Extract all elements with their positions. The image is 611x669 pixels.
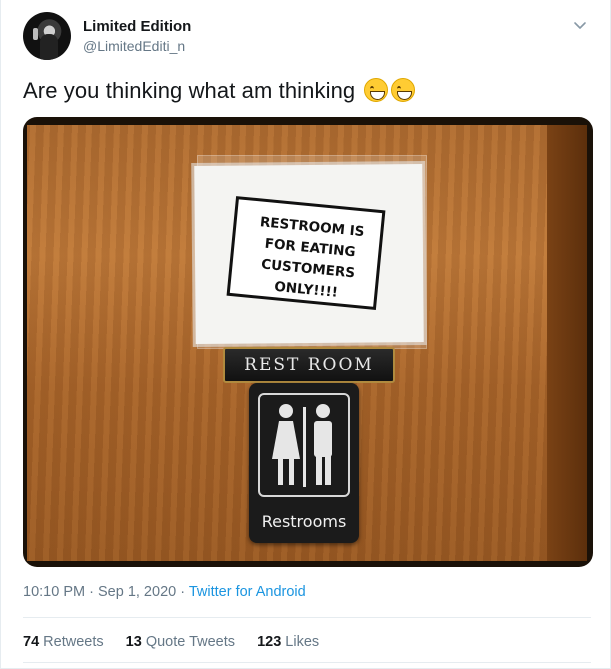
restroom-sign: Restrooms	[249, 383, 359, 543]
grinning-face-emoji-icon	[364, 78, 389, 102]
paper-sign: RESTROOM IS FOR EATING CUSTOMERS ONLY!!!…	[194, 164, 424, 344]
author-name[interactable]: Limited Edition	[83, 18, 191, 35]
tweet-date[interactable]: Sep 1, 2020	[98, 584, 176, 600]
restroom-people-icon	[272, 404, 332, 487]
author-handle[interactable]: @LimitedEditi_n	[83, 38, 185, 54]
retweets-stat[interactable]: 74 Retweets	[23, 634, 104, 650]
tweet-text-container: Are you thinking what am thinking	[23, 78, 416, 104]
tweet-source-link[interactable]: Twitter for Android	[189, 584, 306, 600]
restrooms-label: Restrooms	[261, 512, 347, 531]
avatar[interactable]	[23, 12, 71, 60]
grinning-face-emoji-icon	[391, 78, 416, 102]
likes-stat[interactable]: 123 Likes	[257, 634, 319, 650]
rest-room-plate: REST ROOM	[223, 347, 395, 383]
tweet-header: Limited Edition @LimitedEditi_n	[23, 12, 593, 66]
paper-sign-text: RESTROOM IS FOR EATING CUSTOMERS ONLY!!!…	[259, 214, 366, 301]
tweet-text: Are you thinking what am thinking	[23, 78, 356, 103]
tweet-meta: 10:10 PM · Sep 1, 2020 · Twitter for And…	[23, 584, 306, 600]
tweet-photo[interactable]: RESTROOM IS FOR EATING CUSTOMERS ONLY!!!…	[23, 117, 593, 567]
quote-tweets-stat[interactable]: 13 Quote Tweets	[126, 634, 235, 650]
divider	[23, 662, 591, 663]
chevron-down-icon[interactable]	[571, 16, 589, 34]
divider	[23, 617, 591, 618]
tweet-card: Limited Edition @LimitedEditi_n Are you …	[0, 0, 611, 669]
tweet-stats: 74 Retweets 13 Quote Tweets 123 Likes	[23, 634, 337, 650]
wooden-door: RESTROOM IS FOR EATING CUSTOMERS ONLY!!!…	[27, 125, 587, 561]
tweet-time[interactable]: 10:10 PM	[23, 584, 85, 600]
